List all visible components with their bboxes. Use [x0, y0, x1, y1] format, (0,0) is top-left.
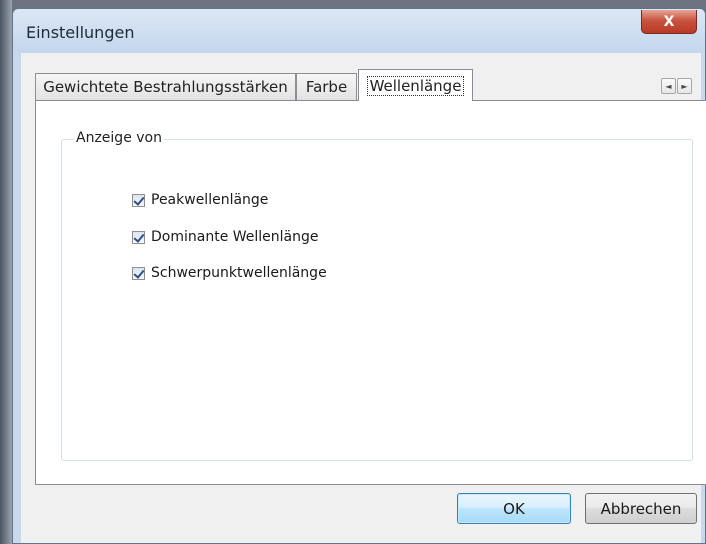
checkbox-label: Schwerpunktwellenlänge — [151, 265, 327, 281]
close-button[interactable]: X — [641, 10, 697, 34]
tab-label: Farbe — [305, 78, 348, 96]
checkbox-schwerpunktwellenlaenge[interactable]: Schwerpunktwellenlänge — [132, 265, 327, 281]
close-icon: X — [663, 13, 675, 30]
checkbox-label: Peakwellenlänge — [151, 192, 269, 208]
checkbox-checked-icon[interactable] — [132, 193, 145, 207]
title-bar[interactable]: Einstellungen X — [13, 9, 705, 53]
checkbox-checked-icon[interactable] — [132, 230, 145, 244]
ok-button[interactable]: OK — [457, 493, 571, 524]
tab-panel-wellenlaenge: Anzeige von Peakwellenlänge Dominante We… — [35, 100, 706, 485]
checkbox-checked-icon[interactable] — [132, 266, 145, 280]
window-title: Einstellungen — [26, 23, 135, 42]
tab-gewichtete-bestrahlungsstaerken[interactable]: Gewichtete Bestrahlungsstärken — [35, 73, 296, 100]
settings-dialog: Einstellungen X Gewichtete Bestrahlungss… — [12, 8, 706, 544]
groupbox-label: Anzeige von — [74, 130, 164, 146]
tab-wellenlaenge[interactable]: Wellenlänge — [358, 69, 473, 101]
tab-label: Gewichtete Bestrahlungsstärken — [43, 78, 288, 96]
checkbox-label: Dominante Wellenlänge — [151, 229, 319, 245]
tab-label: Wellenlänge — [366, 75, 465, 96]
groupbox-anzeige-von: Anzeige von Peakwellenlänge Dominante We… — [61, 130, 693, 461]
dialog-client-area: Gewichtete Bestrahlungsstärken Farbe Wel… — [21, 53, 706, 543]
tab-farbe[interactable]: Farbe — [296, 73, 357, 100]
checkbox-dominante-wellenlaenge[interactable]: Dominante Wellenlänge — [132, 229, 319, 245]
tab-scroll-left-button[interactable]: ◄ — [661, 78, 676, 94]
tab-scroll-right-button[interactable]: ► — [677, 78, 692, 94]
checkbox-peakwellenlaenge[interactable]: Peakwellenlänge — [132, 192, 268, 208]
arrow-right-icon: ► — [681, 81, 688, 91]
background-strip — [0, 0, 12, 544]
cancel-button[interactable]: Abbrechen — [585, 493, 697, 524]
arrow-left-icon: ◄ — [665, 81, 672, 91]
